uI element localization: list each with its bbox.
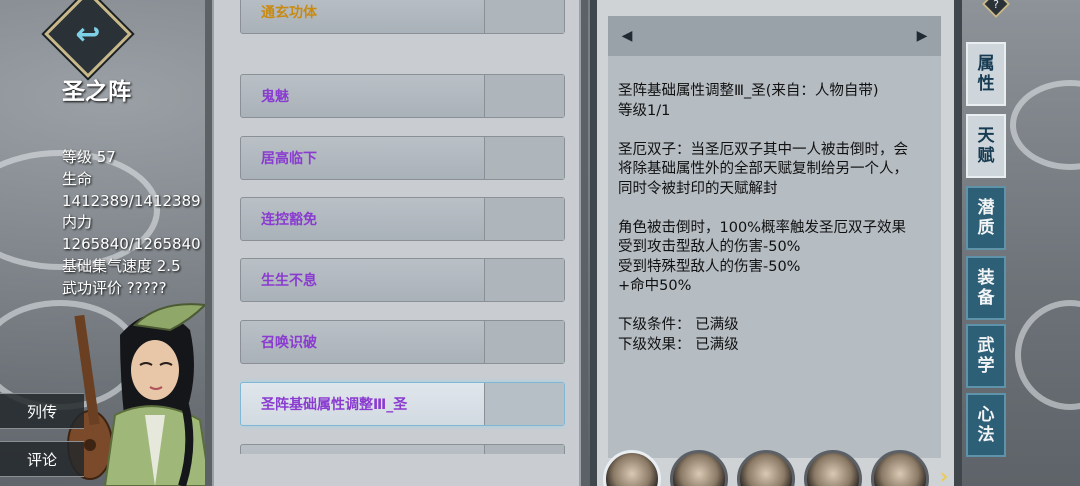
team-avatar[interactable] [603,450,661,486]
tab-label-char: 潜 [977,198,995,218]
tab-label-char: 学 [977,356,995,376]
talent-item-partial[interactable] [240,444,565,454]
talent-slot [484,0,564,33]
description-line: 同时令被封印的天赋解封 [618,180,778,197]
description-line: 角色被击倒时，100%概率触发圣厄双子效果 [618,219,906,236]
talent-item-2[interactable]: 居高临下 [240,136,565,180]
talent-item-6-selected[interactable]: 圣阵基础属性调整Ⅲ_圣 [240,382,565,426]
talent-list[interactable]: 通玄功体 鬼魅 居高临下 连控豁免 生生不息 召唤识破 圣阵基础属性调整Ⅲ_圣 [240,0,565,454]
description-line: 受到攻击型敌人的伤害-50% [618,239,801,255]
tab-label-char: 赋 [977,146,995,166]
talent-description: 圣阵基础属性调整Ⅲ_圣(来自：人物自带) 等级1/1 圣厄双子：当圣厄双子其中一人被… [618,82,936,355]
talent-slot [484,383,564,425]
team-avatar-bar [603,448,948,486]
prev-arrow-icon[interactable]: ◀ [612,16,642,56]
tab-martial-arts[interactable]: 武学 [966,324,1006,388]
talent-label: 通玄功体 [261,5,317,21]
tab-talents[interactable]: 天赋 [966,114,1006,178]
tab-label-char: 质 [977,218,995,238]
stat-mp-label: 内力 [62,213,93,232]
talent-item-0[interactable]: 通玄功体 [240,0,565,34]
avatar-next-arrow-icon[interactable]: › [940,464,948,486]
help-icon: ? [993,0,999,11]
talent-label: 居高临下 [261,151,317,167]
tab-label-char: 备 [977,288,995,308]
team-avatar[interactable] [737,450,795,486]
talent-item-5[interactable]: 召唤识破 [240,320,565,364]
description-line: 下级效果： 已满级 [618,336,739,353]
talent-label: 圣阵基础属性调整Ⅲ_圣 [261,397,408,413]
talent-slot [484,321,564,363]
team-avatar[interactable] [871,450,929,486]
description-line [618,297,936,317]
tab-mind-method[interactable]: 心法 [966,393,1006,457]
talent-slot [484,259,564,301]
talent-label: 鬼魅 [261,89,289,105]
team-avatar[interactable] [804,450,862,486]
talent-label: 生生不息 [261,273,317,289]
next-arrow-icon[interactable]: ▶ [907,16,937,56]
description-line: 圣厄双子：当圣厄双子其中一人被击倒时，会 [618,141,908,158]
talent-slot [484,137,564,179]
tab-label-char: 装 [977,268,995,288]
detail-nav-bar: ◀ ▶ [608,16,941,56]
team-avatar[interactable] [670,450,728,486]
talent-label: 召唤识破 [261,335,317,351]
character-stats: 等级 57 生命 1412389/1412389 内力 1265840/1265… [62,147,212,300]
stat-hp-label: 生命 [62,169,93,188]
stat-hp-value: 1412389/1412389 [62,191,201,210]
tab-attributes[interactable]: 属性 [966,42,1006,106]
description-line: 将除基础属性外的全部天赋复制给另一个人， [618,161,908,177]
biography-button[interactable]: 列传 [0,393,84,429]
talent-slot [484,445,564,454]
return-arrow-icon: ↩ [75,16,101,52]
tab-label-char: 性 [977,74,995,94]
talent-slot [484,75,564,117]
talent-item-3[interactable]: 连控豁免 [240,197,565,241]
character-name: 圣之阵 [62,79,131,105]
description-line: 等级1/1 [618,102,671,119]
stat-level: 等级 57 [62,148,116,166]
comments-button[interactable]: 评论 [0,441,84,477]
tab-label-char: 天 [977,126,995,146]
description-line: 圣阵基础属性调整Ⅲ_圣(来自：人物自带) [618,83,879,99]
description-line: 受到特殊型敌人的伤害-50% [618,258,801,275]
description-line [618,121,936,141]
description-line: 下级条件： 已满级 [618,317,739,333]
tab-label-char: 属 [977,54,995,74]
stat-mp-value: 1265840/1265840 [62,235,201,254]
description-line [618,199,936,219]
tab-label-char: 武 [977,336,995,356]
talent-label: 连控豁免 [261,212,317,228]
description-line: +命中50% [618,278,692,294]
character-portrait [67,303,212,486]
talent-slot [484,198,564,240]
talent-item-4[interactable]: 生生不息 [240,258,565,302]
tab-equipment[interactable]: 装备 [966,256,1006,320]
tab-label-char: 心 [977,405,995,425]
tab-potential[interactable]: 潜质 [966,186,1006,250]
talent-item-1[interactable]: 鬼魅 [240,74,565,118]
stat-speed: 基础集气速度 2.5 [62,256,181,275]
tab-label-char: 法 [977,425,995,445]
